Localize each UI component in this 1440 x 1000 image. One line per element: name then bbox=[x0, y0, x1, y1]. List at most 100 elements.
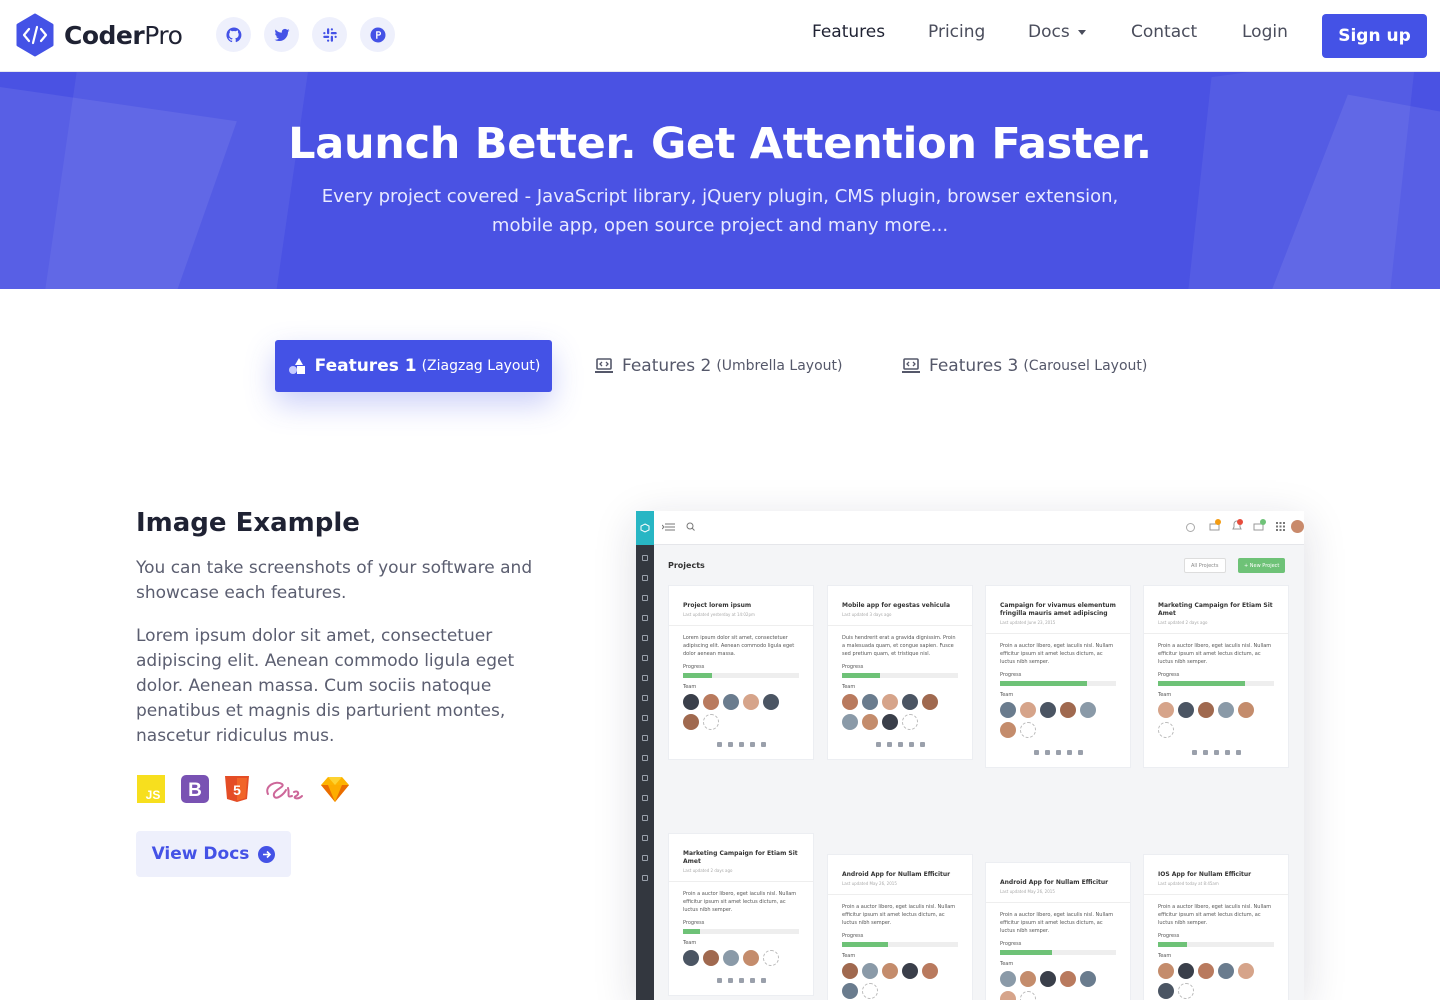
add-member-icon[interactable] bbox=[1178, 983, 1194, 999]
team-member-avatar[interactable] bbox=[1040, 702, 1056, 718]
team-member-avatar[interactable] bbox=[1080, 702, 1096, 718]
archive-icon[interactable] bbox=[908, 742, 914, 747]
team-member-avatar[interactable] bbox=[1178, 963, 1194, 979]
project-card[interactable]: Android App for Nullam Efficitur Last upd… bbox=[827, 854, 973, 1000]
team-member-avatar[interactable] bbox=[1020, 971, 1036, 987]
team-member-avatar[interactable] bbox=[723, 950, 739, 966]
nav-docs[interactable]: Docs bbox=[1028, 22, 1086, 42]
project-card[interactable]: Android App for Nullam Efficitur Last upd… bbox=[985, 862, 1131, 1000]
team-member-avatar[interactable] bbox=[862, 963, 878, 979]
add-member-icon[interactable] bbox=[703, 714, 719, 730]
team-member-avatar[interactable] bbox=[922, 694, 938, 710]
project-card-title[interactable]: Marketing Campaign for Etiam Sit Amet bbox=[1158, 602, 1274, 618]
sidebar-nav-icon[interactable] bbox=[642, 715, 648, 721]
sidebar-nav-icon[interactable] bbox=[642, 755, 648, 761]
add-member-icon[interactable] bbox=[1020, 991, 1036, 1000]
team-member-avatar[interactable] bbox=[842, 983, 858, 999]
team-member-avatar[interactable] bbox=[1238, 702, 1254, 718]
tab-features-1[interactable]: Features 1 (Ziagzag Layout) bbox=[275, 340, 552, 392]
copy-icon[interactable] bbox=[1191, 750, 1197, 755]
team-member-avatar[interactable] bbox=[683, 694, 699, 710]
sidebar-nav-icon[interactable] bbox=[642, 875, 648, 881]
team-member-avatar[interactable] bbox=[1060, 971, 1076, 987]
producthunt-link[interactable] bbox=[360, 17, 395, 52]
github-link[interactable] bbox=[216, 17, 251, 52]
team-member-avatar[interactable] bbox=[683, 714, 699, 730]
sidebar-nav-icon[interactable] bbox=[642, 795, 648, 801]
team-member-avatar[interactable] bbox=[902, 963, 918, 979]
project-card[interactable]: Project lorem ipsum Last updated yesterda… bbox=[668, 585, 814, 760]
team-member-avatar[interactable] bbox=[862, 694, 878, 710]
team-member-avatar[interactable] bbox=[1198, 963, 1214, 979]
add-member-icon[interactable] bbox=[763, 950, 779, 966]
trash-icon[interactable] bbox=[1077, 750, 1083, 755]
sidebar-nav-icon[interactable] bbox=[642, 635, 648, 641]
avatar[interactable] bbox=[1291, 520, 1304, 533]
team-member-avatar[interactable] bbox=[763, 694, 779, 710]
nav-pricing[interactable]: Pricing bbox=[928, 22, 985, 42]
team-member-avatar[interactable] bbox=[743, 950, 759, 966]
copy-icon[interactable] bbox=[875, 742, 881, 747]
team-member-avatar[interactable] bbox=[842, 714, 858, 730]
team-member-avatar[interactable] bbox=[842, 694, 858, 710]
team-member-avatar[interactable] bbox=[902, 694, 918, 710]
signup-button[interactable]: Sign up bbox=[1322, 14, 1427, 58]
sidebar-nav-icon[interactable] bbox=[642, 555, 648, 561]
archive-icon[interactable] bbox=[1066, 750, 1072, 755]
team-member-avatar[interactable] bbox=[703, 694, 719, 710]
star-icon[interactable] bbox=[1055, 750, 1061, 755]
project-card-title[interactable]: Android App for Nullam Efficitur bbox=[1000, 879, 1116, 887]
star-icon[interactable] bbox=[738, 978, 744, 983]
nav-features[interactable]: Features bbox=[812, 22, 885, 42]
team-member-avatar[interactable] bbox=[1158, 983, 1174, 999]
team-member-avatar[interactable] bbox=[1000, 722, 1016, 738]
sidebar-nav-icon[interactable] bbox=[642, 775, 648, 781]
nav-login[interactable]: Login bbox=[1242, 22, 1288, 42]
tab-features-3[interactable]: Features 3 (Carousel Layout) bbox=[901, 340, 1147, 392]
sidebar-nav-icon[interactable] bbox=[642, 695, 648, 701]
sidebar-nav-icon[interactable] bbox=[642, 655, 648, 661]
team-member-avatar[interactable] bbox=[683, 950, 699, 966]
team-member-avatar[interactable] bbox=[1198, 702, 1214, 718]
trash-icon[interactable] bbox=[919, 742, 925, 747]
project-card-title[interactable]: Mobile app for egestas vehicula bbox=[842, 602, 958, 610]
edit-icon[interactable] bbox=[1202, 750, 1208, 755]
project-card-title[interactable]: Android App for Nullam Efficitur bbox=[842, 871, 958, 879]
team-member-avatar[interactable] bbox=[1000, 702, 1016, 718]
team-member-avatar[interactable] bbox=[882, 694, 898, 710]
add-member-icon[interactable] bbox=[1158, 722, 1174, 738]
add-member-icon[interactable] bbox=[1020, 722, 1036, 738]
sidebar-nav-icon[interactable] bbox=[642, 735, 648, 741]
sidebar-nav-icon[interactable] bbox=[642, 835, 648, 841]
edit-icon[interactable] bbox=[727, 978, 733, 983]
team-member-avatar[interactable] bbox=[1218, 963, 1234, 979]
edit-icon[interactable] bbox=[886, 742, 892, 747]
sidebar-nav-icon[interactable] bbox=[642, 575, 648, 581]
project-card[interactable]: Campaign for vivamus elementum fringilla… bbox=[985, 585, 1131, 768]
logo[interactable]: CoderPro bbox=[13, 13, 183, 57]
trash-icon[interactable] bbox=[760, 978, 766, 983]
team-member-avatar[interactable] bbox=[1158, 963, 1174, 979]
team-member-avatar[interactable] bbox=[1218, 702, 1234, 718]
team-member-avatar[interactable] bbox=[703, 950, 719, 966]
archive-icon[interactable] bbox=[1224, 750, 1230, 755]
team-member-avatar[interactable] bbox=[743, 694, 759, 710]
star-icon[interactable] bbox=[897, 742, 903, 747]
team-member-avatar[interactable] bbox=[922, 963, 938, 979]
mock-new-project-button[interactable]: + New Project bbox=[1238, 558, 1286, 573]
team-member-avatar[interactable] bbox=[1040, 971, 1056, 987]
archive-icon[interactable] bbox=[749, 978, 755, 983]
slack-link[interactable] bbox=[312, 17, 347, 52]
team-member-avatar[interactable] bbox=[1158, 702, 1174, 718]
view-docs-button[interactable]: View Docs bbox=[136, 831, 291, 877]
project-card-title[interactable]: Campaign for vivamus elementum fringilla… bbox=[1000, 602, 1116, 618]
sidebar-nav-icon[interactable] bbox=[642, 615, 648, 621]
team-member-avatar[interactable] bbox=[723, 694, 739, 710]
project-card[interactable]: Marketing Campaign for Etiam Sit Amet Las… bbox=[668, 833, 814, 996]
star-icon[interactable] bbox=[1213, 750, 1219, 755]
team-member-avatar[interactable] bbox=[882, 963, 898, 979]
mock-filter-dropdown[interactable]: All Projects bbox=[1184, 558, 1226, 573]
tab-features-2[interactable]: Features 2 (Umbrella Layout) bbox=[594, 340, 843, 392]
copy-icon[interactable] bbox=[716, 742, 722, 747]
edit-icon[interactable] bbox=[727, 742, 733, 747]
